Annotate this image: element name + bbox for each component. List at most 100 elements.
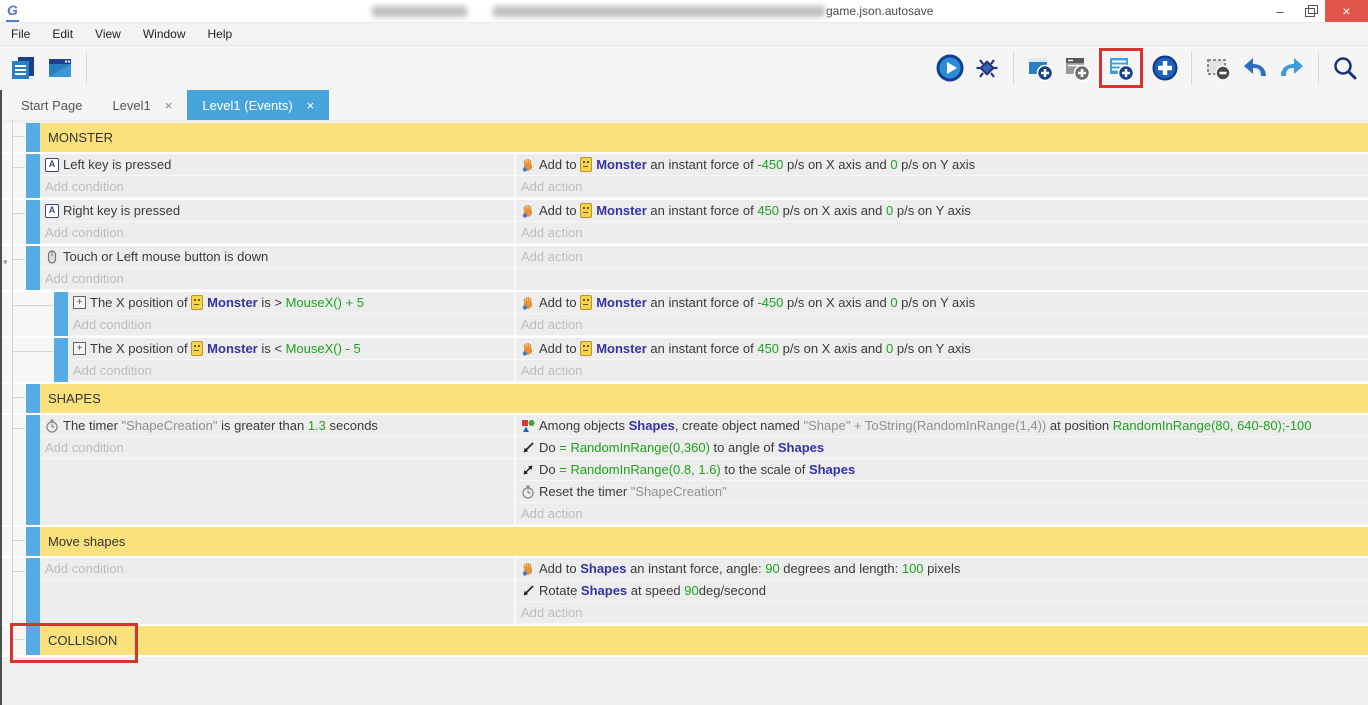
group-header-label[interactable]: COLLISION [40,626,1368,655]
event-selection-bar[interactable] [26,123,40,152]
condition-line[interactable]: ALeft key is pressed [40,154,514,176]
search-icon[interactable] [1330,53,1360,83]
tab-close-icon[interactable]: × [307,98,315,113]
event-tree-margin [2,200,26,244]
add-action-button[interactable]: Add action [516,176,1368,198]
add-action-button[interactable]: Add action [516,503,1368,525]
event-body: ARight key is pressedAdd conditionAdd to… [40,200,1368,244]
menu-bar: FileEditViewWindowHelp [0,23,1368,46]
text-segment: Monster [596,157,647,172]
position-icon: + [73,342,86,355]
add-action-button[interactable]: Add action [516,222,1368,244]
text-segment: = RandomInRange(0.8, 1.6) [559,462,721,477]
restore-button[interactable] [1295,0,1325,22]
condition-line[interactable]: +The X position of Monster is < MouseX()… [68,338,514,360]
event-selection-bar[interactable] [26,527,40,556]
tab-close-icon[interactable]: × [165,98,173,113]
add-more-events-icon[interactable] [1150,53,1180,83]
event-selection-bar[interactable] [54,338,68,382]
play-button[interactable] [935,53,965,83]
action-line[interactable]: Rotate Shapes at speed 90deg/second [516,580,1368,602]
redo-icon[interactable] [1277,53,1307,83]
collapse-expander-icon[interactable]: ▾ [3,257,8,268]
keyboard-icon: A [45,158,59,172]
add-action-button[interactable]: Add action [516,360,1368,382]
action-line[interactable]: Do = RandomInRange(0,360) to angle of Sh… [516,437,1368,459]
menu-view[interactable]: View [84,27,132,41]
action-line[interactable]: Among objects Shapes, create object name… [516,415,1368,437]
group-header-label[interactable]: MONSTER [40,123,1368,152]
action-line[interactable]: Do = RandomInRange(0.8, 1.6) to the scal… [516,459,1368,481]
add-event-icon[interactable] [1025,53,1055,83]
menu-window[interactable]: Window [132,27,197,41]
action-line[interactable]: Add to Monster an instant force of -450 … [516,292,1368,314]
add-subevent-icon[interactable] [1062,53,1092,83]
add-action-button[interactable]: Add action [516,602,1368,624]
condition-line[interactable]: +The X position of Monster is > MouseX()… [68,292,514,314]
add-condition-button[interactable]: Add condition [40,222,514,244]
event-selection-bar[interactable] [54,292,68,336]
event-selection-bar[interactable] [26,626,40,655]
close-button[interactable]: × [1325,0,1368,22]
toolbar [0,46,1368,90]
menu-file[interactable]: File [0,27,41,41]
group-header-label[interactable]: Move shapes [40,527,1368,556]
menu-edit[interactable]: Edit [41,27,84,41]
event-selection-bar[interactable] [26,415,40,525]
add-comment-icon[interactable] [1106,53,1136,83]
tab-level1[interactable]: Level1 × [97,90,187,120]
action-line[interactable]: Add to Monster an instant force of 450 p… [516,200,1368,222]
action-line[interactable]: Reset the timer "ShapeCreation" [516,481,1368,503]
add-action-button[interactable]: Add action [516,314,1368,336]
tab-level1-events-[interactable]: Level1 (Events)× [187,90,329,120]
add-action-button[interactable]: Add action [516,246,1368,268]
mouse-icon [45,250,59,264]
text-segment: p/s on Y axis [893,341,971,356]
angle-icon [521,441,535,455]
action-line[interactable]: Add to Monster an instant force of -450 … [516,154,1368,176]
text-segment: Shapes [580,561,626,576]
menu-help[interactable]: Help [197,27,244,41]
condition-line[interactable]: Touch or Left mouse button is down [40,246,514,268]
undo-icon[interactable] [1240,53,1270,83]
condition-line[interactable]: ARight key is pressed [40,200,514,222]
text-segment: Add action [521,249,582,264]
group-header-label[interactable]: SHAPES [40,384,1368,413]
action-line[interactable]: Add to Monster an instant force of 450 p… [516,338,1368,360]
tab-label: Level1 [112,98,150,113]
actions-column: Add action [514,246,1368,290]
add-condition-button[interactable]: Add condition [68,360,514,382]
text-segment: Add action [521,179,582,194]
scene-editor-icon[interactable] [45,53,75,83]
event-body: +The X position of Monster is > MouseX()… [68,292,1368,336]
event-rows: MONSTERALeft key is pressedAdd condition… [2,123,1368,657]
text-segment: Add action [521,317,582,332]
minimize-button[interactable]: – [1265,0,1295,22]
event-selection-bar[interactable] [26,384,40,413]
text-segment: Add condition [45,561,124,576]
text-segment: The X position of [90,341,191,356]
event-tree-margin [2,338,54,382]
debug-icon[interactable] [972,53,1002,83]
event-selection-bar[interactable] [26,246,40,290]
add-condition-button[interactable]: Add condition [40,176,514,198]
event-selection-bar[interactable] [26,558,40,624]
delete-event-icon[interactable] [1203,53,1233,83]
action-line[interactable]: Add to Shapes an instant force, angle: 9… [516,558,1368,580]
condition-line[interactable]: The timer "ShapeCreation" is greater tha… [40,415,514,437]
window-title: game.json.autosave [826,4,933,18]
event-selection-bar[interactable] [26,154,40,198]
text-segment: Monster [596,341,647,356]
add-condition-button[interactable]: Add condition [40,437,514,459]
add-condition-button[interactable]: Add condition [40,268,514,290]
add-condition-button[interactable]: Add condition [68,314,514,336]
event-selection-bar[interactable] [26,200,40,244]
text-segment: seconds [326,418,378,433]
project-manager-icon[interactable] [8,53,38,83]
text-segment: an instant force of [647,295,758,310]
text-segment: to angle of [710,440,778,455]
add-condition-button[interactable]: Add condition [40,558,514,580]
text-segment: p/s on X axis and [779,203,886,218]
toolbar-separator [1318,52,1319,84]
tab-start-page[interactable]: Start Page [6,90,97,120]
